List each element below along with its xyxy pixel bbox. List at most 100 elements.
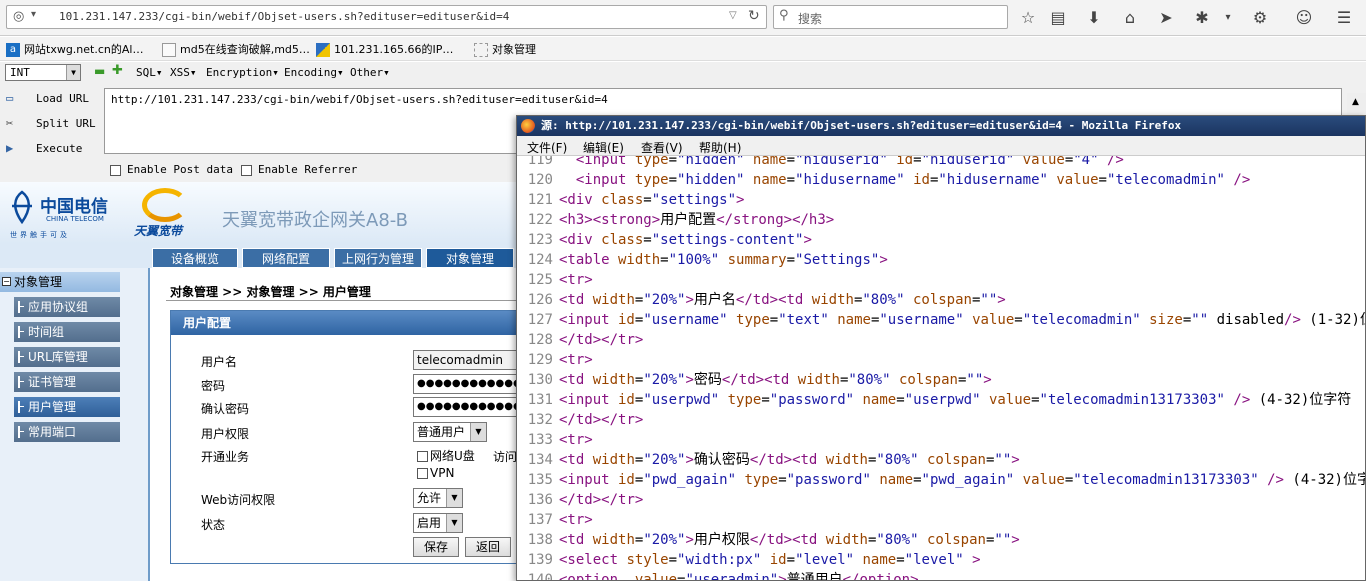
logo-motto-text: 世界触手可及: [10, 231, 70, 239]
sidebar-item-ports[interactable]: 常用端口: [14, 422, 120, 442]
source-line: 132 </td></tr>: [517, 410, 644, 430]
type-select[interactable]: INT ▼: [5, 64, 81, 81]
doc-icon: [162, 43, 176, 57]
tab-objects[interactable]: 对象管理: [426, 248, 514, 268]
tree-line-icon: [20, 356, 24, 357]
enable-post-checkbox[interactable]: Enable Post data: [110, 163, 233, 176]
load-url-icon: ▭: [6, 91, 14, 105]
menu-encoding[interactable]: Encoding▾: [284, 66, 344, 79]
sidebar-item-app-protocol[interactable]: 应用协议组: [14, 297, 120, 317]
send-icon[interactable]: ➤: [1156, 8, 1176, 28]
save-button[interactable]: 保存: [413, 537, 459, 557]
history-dropdown-icon[interactable]: ▽: [729, 10, 737, 21]
search-placeholder: 搜索: [798, 12, 823, 26]
status-select[interactable]: 启用 ▼: [413, 513, 463, 533]
enable-referrer-checkbox[interactable]: Enable Referrer: [241, 163, 357, 176]
sidebar-item-label: 用户管理: [28, 400, 77, 414]
line-number: 134: [527, 452, 553, 468]
tree-line-icon: [18, 301, 20, 313]
execute-button[interactable]: ▶ Execute: [0, 138, 100, 162]
plus-icon[interactable]: ✚: [112, 63, 123, 78]
source-code-view[interactable]: 119 <input type="hidden" name="hiduserid…: [517, 156, 1365, 580]
source-line: 130 <td width="20%">密码</td><td width="80%…: [517, 370, 992, 390]
enable-post-label: Enable Post data: [127, 163, 233, 176]
address-bar[interactable]: ◎ ▾ 101.231.147.233/cgi-bin/webif/Objset…: [6, 5, 767, 29]
source-line: 137 <tr>: [517, 510, 593, 530]
web-icon: a: [6, 43, 20, 57]
load-url-label: Load URL: [36, 92, 89, 105]
search-bar[interactable]: ⚲ 搜索: [773, 5, 1008, 29]
menu-other[interactable]: Other▾: [350, 66, 390, 79]
line-number: 130: [527, 372, 553, 388]
permission-select[interactable]: 普通用户 ▼: [413, 422, 487, 442]
back-button[interactable]: 返回: [465, 537, 511, 557]
tree-line-icon: [18, 351, 20, 363]
router-admin-page: 中国电信 CHINA TELECOM 世界触手可及 天翼宽带 天翼宽带政企网关A…: [0, 182, 523, 581]
permission-label: 用户权限: [201, 427, 250, 441]
logo-en-text: CHINA TELECOM: [46, 215, 104, 223]
chevron-down-icon: ▼: [66, 65, 80, 80]
menu-encryption-label: Encryption: [206, 66, 273, 79]
menu-xss[interactable]: XSS▾: [170, 66, 197, 79]
sidebar-item-url-lib[interactable]: URL库管理: [14, 347, 120, 367]
vpn-checkbox[interactable]: VPN: [417, 466, 454, 480]
play-icon: ▶: [6, 141, 14, 155]
bookmark-1[interactable]: a 网站txwg.net.cn的Al…: [6, 41, 143, 57]
bookmark-4[interactable]: 对象管理: [474, 41, 536, 57]
menu-view[interactable]: 查看(V): [641, 139, 683, 156]
execute-label: Execute: [36, 142, 83, 155]
vpn-label: VPN: [430, 466, 455, 480]
split-url-label: Split URL: [36, 117, 96, 130]
split-url-button[interactable]: ✂ Split URL: [0, 113, 100, 137]
menu-edit[interactable]: 编辑(E): [583, 139, 624, 156]
source-line: 139 <select style="width:px" id="level" n…: [517, 550, 981, 570]
checkbox-box: [417, 451, 428, 462]
tab-behavior[interactable]: 上网行为管理: [334, 248, 422, 268]
reading-list-icon[interactable]: ▤: [1048, 8, 1068, 28]
gear-menu-icon[interactable]: ⚙: [1250, 8, 1270, 28]
tree-line-icon: [18, 376, 20, 388]
web-access-select[interactable]: 允许 ▼: [413, 488, 463, 508]
source-line: 121 <div class="settings">: [517, 190, 745, 210]
menu-help[interactable]: 帮助(H): [699, 139, 741, 156]
source-line: 126 <td width="20%">用户名</td><td width="80…: [517, 290, 1006, 310]
sidebar-head[interactable]: − 对象管理: [0, 272, 120, 292]
bug-icon[interactable]: ✱: [1192, 8, 1212, 28]
password-field[interactable]: ●●●●●●●●●●●●●●●●●: [413, 374, 523, 394]
tab-network[interactable]: 网络配置: [242, 248, 330, 268]
bookmark-2[interactable]: md5在线查询破解,md5…: [162, 41, 310, 57]
menu-encryption[interactable]: Encryption▾: [206, 66, 279, 79]
menu-xss-label: XSS: [170, 66, 190, 79]
smiley-icon[interactable]: ☺: [1294, 8, 1314, 28]
reload-icon[interactable]: ↻: [748, 8, 760, 24]
bookmark-3[interactable]: 101.231.165.66的IP…: [316, 41, 453, 57]
dropdown-icon[interactable]: ▾: [1218, 8, 1238, 28]
download-icon[interactable]: ⬇: [1084, 8, 1104, 28]
line-number: 123: [527, 232, 553, 248]
home-icon[interactable]: ⌂: [1120, 8, 1140, 28]
menu-file[interactable]: 文件(F): [527, 139, 567, 156]
permission-value: 普通用户: [417, 425, 466, 439]
line-number: 131: [527, 392, 553, 408]
confirm-password-field[interactable]: ●●●●●●●●●●●●●●●●●: [413, 397, 523, 417]
star-icon[interactable]: ☆: [1018, 8, 1038, 28]
sidebar-item-certificates[interactable]: 证书管理: [14, 372, 120, 392]
source-line: 123 <div class="settings-content">: [517, 230, 812, 250]
dropdown-arrow-icon[interactable]: ▾: [31, 9, 36, 20]
minus-icon[interactable]: ▬: [94, 64, 105, 78]
usb-checkbox[interactable]: 网络U盘: [417, 447, 475, 464]
line-number: 124: [527, 252, 553, 268]
hamburger-menu-icon[interactable]: ☰: [1334, 8, 1354, 28]
chevron-down-icon: ▼: [446, 489, 462, 507]
menu-sql[interactable]: SQL▾: [136, 66, 163, 79]
line-number: 125: [527, 272, 553, 288]
tab-overview[interactable]: 设备概览: [152, 248, 238, 268]
line-number: 132: [527, 412, 553, 428]
sidebar-item-users[interactable]: 用户管理: [14, 397, 120, 417]
sidebar-item-time-group[interactable]: 时间组: [14, 322, 120, 342]
password-label: 密码: [201, 379, 226, 393]
load-url-button[interactable]: ▭ Load URL: [0, 88, 100, 112]
line-number: 136: [527, 492, 553, 508]
source-line: 129 <tr>: [517, 350, 593, 370]
menu-encoding-label: Encoding: [284, 66, 337, 79]
